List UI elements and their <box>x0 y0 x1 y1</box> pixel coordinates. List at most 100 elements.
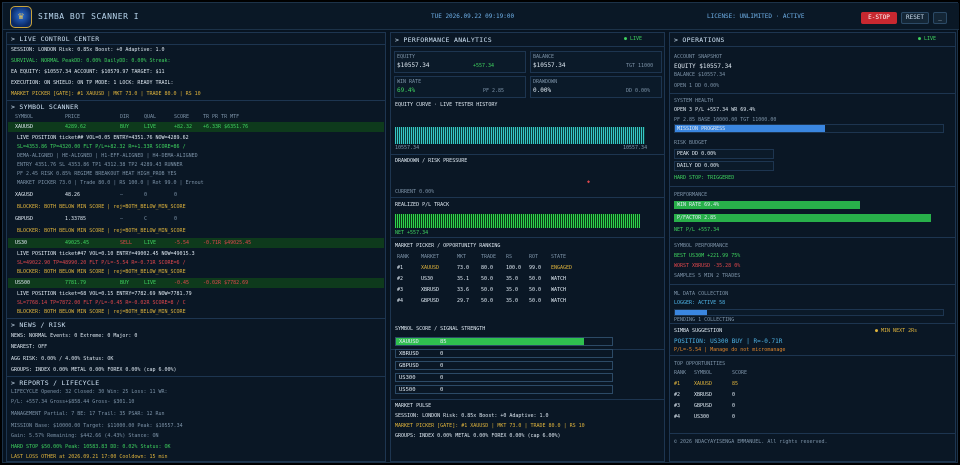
equity-label: EQUITY <box>397 54 416 60</box>
middle-column: > PERFORMANCE ANALYTICS ● LIVE EQUITY $1… <box>390 32 665 462</box>
news-line: NEWS: NORMAL Events: 0 Extreme: 0 Major:… <box>11 333 138 339</box>
right-column: > OPERATIONS ● LIVE ACCOUNT SNAPSHOT EQU… <box>669 32 956 462</box>
ranking-cell: WATCH <box>551 298 567 304</box>
top-header: RANK <box>674 370 687 376</box>
live-control-title: > LIVE CONTROL CENTER <box>11 35 100 43</box>
signal-title: SYMBOL SCORE / SIGNAL STRENGTH <box>395 326 486 332</box>
symbol-scanner-title: > SYMBOL SCANNER <box>11 103 79 111</box>
row-dir: — <box>120 192 124 198</box>
drawdown-title: DRAWDOWN / RISK PRESSURE <box>395 158 468 164</box>
snapshot-balance: BALANCE $10557.34 <box>674 72 726 78</box>
ranking-cell: #3 <box>397 287 404 293</box>
signal-score: 0 <box>440 375 444 381</box>
ranking-cell[interactable]: US30 <box>421 277 433 282</box>
signal-bar-xauusd: XAUUSD 85 <box>395 337 613 346</box>
ranking-cell[interactable]: XAUUSD <box>421 266 439 271</box>
row-symbol[interactable]: GBPUSD <box>15 217 33 222</box>
ranking-cell: 35.1 <box>457 276 470 282</box>
estop-button[interactable]: E-STOP <box>861 12 897 24</box>
balance-value: $10557.34 <box>533 62 566 69</box>
top-header: SYMBOL <box>694 370 713 376</box>
report-line: Gain: 5.57% Remaining: $442.66 (4.43%) S… <box>11 433 159 439</box>
logger-status: LOGGER: ACTIVE 58 <box>674 300 726 306</box>
minimize-button[interactable]: _ <box>933 12 947 24</box>
ranking-header: STATE <box>551 254 567 260</box>
signal-symbol: XAUUSD <box>399 339 419 345</box>
blocker-line: BLOCKER: BOTH BELOW MIN SCORE | rej=BOTH… <box>17 204 186 210</box>
col-dir: DIR <box>120 114 130 120</box>
ranking-cell[interactable]: XBRUSD <box>421 288 439 293</box>
signal-bar-us300: US300 0 <box>395 373 613 382</box>
equity-value: $10557.34 <box>397 62 430 69</box>
top-cell[interactable]: US300 <box>694 415 709 420</box>
hard-stop-status: HARD STOP: TRIGGERED <box>674 175 735 181</box>
ranking-cell: ENGAGED <box>551 265 573 271</box>
signal-bar-xbrusd: XBRUSD 0 <box>395 349 613 358</box>
operations-title: > OPERATIONS <box>674 36 725 44</box>
winrate-sub: PF 2.85 <box>483 88 505 94</box>
survival-line: SURVIVAL: NORMAL PeakDD: 0.00% DailyDD: … <box>11 58 171 64</box>
suggestion-badge: ● MIN NEXT 2Rs <box>875 328 918 334</box>
live-indicator: ● LIVE <box>624 36 643 42</box>
ranking-cell: 50.0 <box>529 298 542 304</box>
balance-label: BALANCE <box>533 54 555 60</box>
signal-score: 0 <box>440 387 444 393</box>
row-symbol: XAUUSD <box>15 124 34 130</box>
equity-line: EA EQUITY: $10557.34 ACCOUNT: $10579.97 … <box>11 69 165 75</box>
winrate-label: WIN RATE <box>397 79 422 85</box>
col-symbol: SYMBOL <box>15 114 34 120</box>
ranking-cell: 99.0 <box>529 265 542 271</box>
ranking-header: RANK <box>397 254 410 260</box>
clock: TUE 2026.09.22 09:19:00 <box>431 13 515 20</box>
top-cell[interactable]: GBPUSD <box>694 404 712 409</box>
detail-line: SL=4353.86 TP=4320.00 FLT P/L=+82.32 R=+… <box>17 144 186 150</box>
row-score: -5.54 <box>174 240 190 246</box>
reset-button[interactable]: RESET <box>901 12 929 24</box>
app-window: ♛ SIMBA BOT SCANNER I TUE 2026.09.22 09:… <box>2 2 959 463</box>
row-score: +82.32 <box>174 124 193 130</box>
ranking-cell: 50.0 <box>529 276 542 282</box>
detail-line: LIVE POSITION ticket## VOL=0.05 ENTRY=43… <box>17 135 189 141</box>
row-dir: — <box>120 216 124 222</box>
news-title: > NEWS / RISK <box>11 321 66 329</box>
ranking-cell[interactable]: GBPUSD <box>421 299 439 304</box>
blocker-line: BLOCKER: BOTH BELOW MIN SCORE | rej=BOTH… <box>17 269 186 275</box>
row-price: 7781.79 <box>65 280 87 286</box>
ml-title: ML DATA COLLECTION <box>674 291 729 297</box>
top-cell: 0 <box>732 392 736 398</box>
row-symbol: US30 <box>15 240 28 246</box>
detail-line: MARKET PICKER 73.0 | Trade 80.0 | RS 100… <box>17 180 204 186</box>
row-qual: C <box>144 216 148 222</box>
perf-analytics-title: > PERFORMANCE ANALYTICS <box>395 36 492 44</box>
last-loss-line: LAST LOSS OTHER at 2026.09.21 17:00 Cool… <box>11 454 168 460</box>
detail-line: DEMA-ALIGNED | HE-ALIGNED | H1-EFF-ALIGN… <box>17 153 198 159</box>
market-picker-line: MARKET PICKER [GATE]: #1 XAUUSD | MKT 73… <box>11 91 201 97</box>
balance-sub: TGT 11000 <box>626 63 654 69</box>
ranking-header: MARKET <box>421 254 440 260</box>
top-cell: #3 <box>674 403 681 409</box>
drawdown-marker-icon: ◆ <box>587 179 591 185</box>
ranking-header: TRADE <box>481 254 497 260</box>
top-cell[interactable]: XAUUSD <box>694 382 712 387</box>
top-cell[interactable]: XBRUSD <box>694 393 712 398</box>
equity-curve-title: EQUITY CURVE · LIVE TESTER HISTORY <box>395 102 498 108</box>
top-cell: #4 <box>674 414 681 420</box>
top-cell: #1 <box>674 381 681 387</box>
report-line: P/L: +557.34 Gross+$858.44 Gross- $301.1… <box>11 399 135 405</box>
current-dd: CURRENT 0.00% <box>395 189 435 195</box>
signal-symbol: XBRUSD <box>399 351 419 357</box>
row-qual: 0 <box>144 192 148 198</box>
detail-line: SL=7768.14 TP=7872.00 FLT P/L=-0.45 R=-0… <box>17 300 186 306</box>
row-dir: SELL <box>120 240 133 246</box>
top-cell: 0 <box>732 414 736 420</box>
signal-bar-gbpusd: GBPUSD 0 <box>395 361 613 370</box>
health-line: OPEN 3 P/L +557.34 WR 69.4% <box>674 107 756 113</box>
ranking-cell: WATCH <box>551 287 567 293</box>
row-symbol[interactable]: XAGUSD <box>15 193 33 198</box>
pulse-line: GROUPS: INDEX 0.00% METAL 0.00% FOREX 0.… <box>395 433 561 439</box>
snapshot-equity: EQUITY $10557.34 <box>674 63 732 70</box>
footer-copyright: © 2026 NDACYAYISENGA EMMANUEL. All right… <box>674 439 828 445</box>
ranking-cell: 80.0 <box>481 265 494 271</box>
ranking-header: MKT <box>457 254 467 260</box>
snapshot-open: OPEN 1 DD 0.00% <box>674 83 720 89</box>
